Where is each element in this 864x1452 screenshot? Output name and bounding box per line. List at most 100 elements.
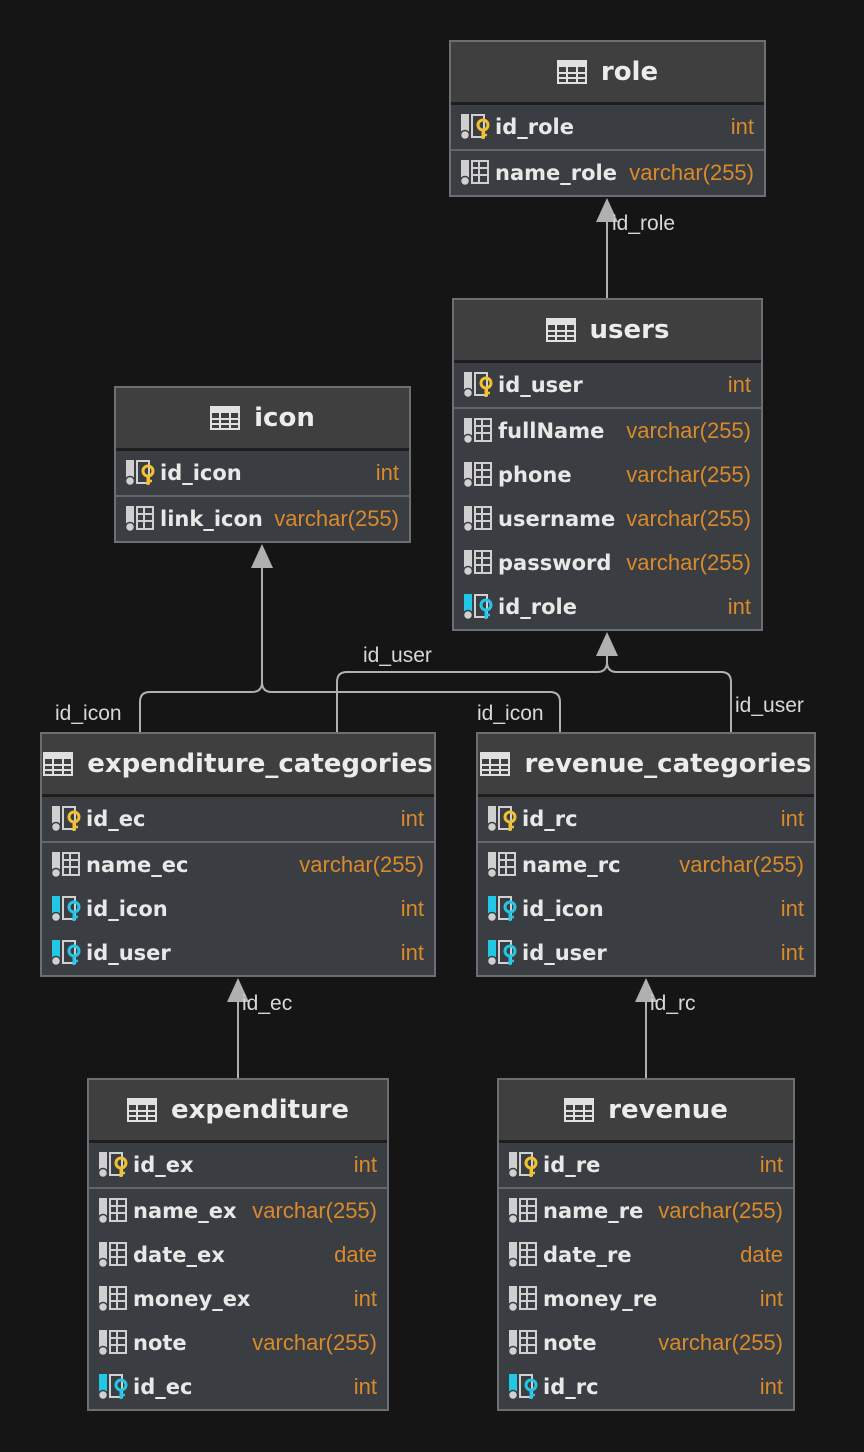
- column-type: varchar(255): [626, 418, 751, 443]
- table-header[interactable]: role: [451, 42, 764, 105]
- column-type: int: [780, 940, 804, 965]
- edge-ec-icon: [139, 556, 263, 732]
- table-icon: [43, 752, 74, 776]
- table-title: expenditure: [170, 1095, 350, 1125]
- column-row[interactable]: money_ex int: [89, 1277, 387, 1321]
- column-type: varchar(255): [252, 1198, 377, 1223]
- foreign-key-icon: [486, 896, 518, 923]
- column-name: id_user: [498, 373, 583, 397]
- table-revenue-categories[interactable]: revenue_categories id_rc int name_rc varchar…: [476, 732, 816, 977]
- column-row[interactable]: name_ex varchar(255): [89, 1189, 387, 1233]
- column-name: money_re: [543, 1287, 658, 1311]
- table-header[interactable]: revenue: [499, 1080, 793, 1143]
- column-row[interactable]: note varchar(255): [499, 1321, 793, 1365]
- primary-key-section: id_ex int: [89, 1143, 387, 1189]
- column-type: varchar(255): [299, 852, 424, 877]
- column-icon: [462, 506, 494, 533]
- edge-label-id-rc: id_rc: [650, 992, 696, 1015]
- column-name: id_re: [543, 1153, 601, 1177]
- column-row[interactable]: id_icon int: [116, 451, 409, 495]
- foreign-key-icon: [50, 940, 82, 967]
- column-row[interactable]: date_ex date: [89, 1233, 387, 1277]
- column-icon: [507, 1330, 539, 1357]
- column-type: int: [780, 896, 804, 921]
- column-name: name_role: [495, 161, 617, 185]
- column-name: id_user: [86, 941, 171, 965]
- column-icon: [486, 852, 518, 879]
- table-revenue[interactable]: revenue id_re int name_re varchar(255) date_r…: [497, 1078, 795, 1411]
- table-expenditure-categories[interactable]: expenditure_categories id_ec int name_ec var…: [40, 732, 436, 977]
- column-type: int: [400, 896, 424, 921]
- table-icon[interactable]: icon id_icon int link_icon varchar(255): [114, 386, 411, 543]
- primary-key-icon: [50, 806, 82, 833]
- column-type: varchar(255): [252, 1330, 377, 1355]
- column-icon: [97, 1286, 129, 1313]
- column-row[interactable]: id_user int: [42, 931, 434, 975]
- primary-key-section: id_re int: [499, 1143, 793, 1189]
- column-row[interactable]: note varchar(255): [89, 1321, 387, 1365]
- foreign-key-icon: [507, 1374, 539, 1401]
- column-type: varchar(255): [626, 462, 751, 487]
- columns-section: name_rc varchar(255) id_icon int id_user int: [478, 843, 814, 975]
- column-row[interactable]: id_user int: [454, 363, 761, 407]
- foreign-key-icon: [462, 594, 494, 621]
- column-type: varchar(255): [629, 160, 754, 185]
- column-row[interactable]: password varchar(255): [454, 541, 761, 585]
- column-icon: [97, 1242, 129, 1269]
- table-expenditure[interactable]: expenditure id_ex int name_ex varchar(255) da…: [87, 1078, 389, 1411]
- column-row[interactable]: id_re int: [499, 1143, 793, 1187]
- column-row[interactable]: id_ec int: [42, 797, 434, 841]
- column-row[interactable]: id_ex int: [89, 1143, 387, 1187]
- column-row[interactable]: name_re varchar(255): [499, 1189, 793, 1233]
- column-name: id_ec: [86, 807, 146, 831]
- column-icon: [507, 1242, 539, 1269]
- column-type: int: [375, 460, 399, 485]
- column-type: int: [353, 1286, 377, 1311]
- table-header[interactable]: expenditure: [89, 1080, 387, 1143]
- column-row[interactable]: id_ec int: [89, 1365, 387, 1409]
- column-row[interactable]: id_user int: [478, 931, 814, 975]
- edge-label-rc-id-user: id_user: [735, 694, 804, 717]
- column-row[interactable]: id_role int: [454, 585, 761, 629]
- column-row[interactable]: phone varchar(255): [454, 453, 761, 497]
- column-row[interactable]: name_ec varchar(255): [42, 843, 434, 887]
- column-row[interactable]: id_icon int: [42, 887, 434, 931]
- table-title: users: [589, 315, 670, 345]
- table-header[interactable]: users: [454, 300, 761, 363]
- arrowhead-users: [596, 632, 618, 656]
- table-title: revenue: [608, 1095, 728, 1125]
- columns-section: link_icon varchar(255): [116, 497, 409, 541]
- table-header[interactable]: icon: [116, 388, 409, 451]
- edge-label-id-ec: id_ec: [242, 992, 293, 1015]
- column-name: id_role: [498, 595, 577, 619]
- column-row[interactable]: date_re date: [499, 1233, 793, 1277]
- columns-section: fullName varchar(255) phone varchar(255) use…: [454, 409, 761, 629]
- column-row[interactable]: name_rc varchar(255): [478, 843, 814, 887]
- column-row[interactable]: money_re int: [499, 1277, 793, 1321]
- table-header[interactable]: revenue_categories: [478, 734, 814, 797]
- column-name: money_ex: [133, 1287, 251, 1311]
- table-users[interactable]: users id_user int fullName varchar(255) phone…: [452, 298, 763, 631]
- column-row[interactable]: id_rc int: [478, 797, 814, 841]
- column-name: date_ex: [133, 1243, 225, 1267]
- column-row[interactable]: fullName varchar(255): [454, 409, 761, 453]
- table-icon: [480, 752, 511, 776]
- column-row[interactable]: link_icon varchar(255): [116, 497, 409, 541]
- column-row[interactable]: name_role varchar(255): [451, 151, 764, 195]
- table-title: icon: [254, 403, 315, 433]
- primary-key-icon: [459, 114, 491, 141]
- column-row[interactable]: id_icon int: [478, 887, 814, 931]
- column-name: id_user: [522, 941, 607, 965]
- column-row[interactable]: id_rc int: [499, 1365, 793, 1409]
- column-row[interactable]: id_role int: [451, 105, 764, 149]
- primary-key-icon: [486, 806, 518, 833]
- column-row[interactable]: username varchar(255): [454, 497, 761, 541]
- column-name: name_ex: [133, 1199, 237, 1223]
- primary-key-icon: [124, 460, 156, 487]
- column-type: int: [780, 806, 804, 831]
- column-type: int: [730, 114, 754, 139]
- column-type: int: [727, 594, 751, 619]
- primary-key-section: id_ec int: [42, 797, 434, 843]
- table-header[interactable]: expenditure_categories: [42, 734, 434, 797]
- table-role[interactable]: role id_role int name_role varchar(255): [449, 40, 766, 197]
